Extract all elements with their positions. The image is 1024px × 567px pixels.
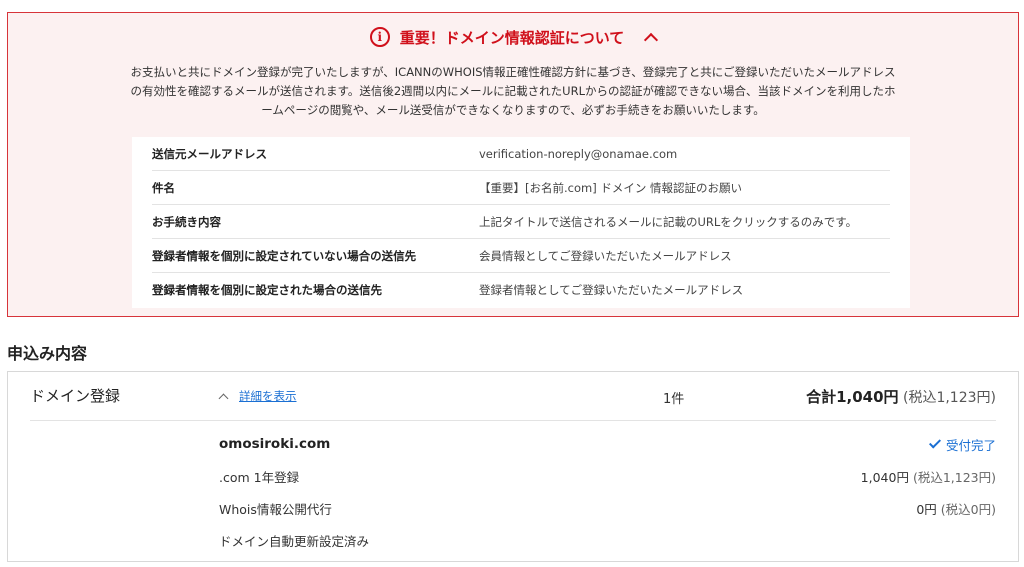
notice-row: 件名 【重要】[お名前.com] ドメイン 情報認証のお願い [152, 171, 890, 205]
notice-row: お手続き内容 上記タイトルで送信されるメールに記載のURLをクリックするのみです… [152, 205, 890, 239]
list-item: ドメイン自動更新設定済み [219, 524, 996, 556]
status-label: 受付完了 [945, 437, 996, 453]
order-total: 合計1,040円 (税込1,123円) [806, 386, 996, 407]
show-details-label[interactable]: 詳細を表示 [239, 388, 297, 404]
item-price: 0円 (税込0円) [916, 499, 996, 518]
notice-row-value: 【重要】[お名前.com] ドメイン 情報認証のお願い [479, 180, 742, 195]
divider [30, 420, 996, 421]
item-count: 1件 [663, 392, 685, 407]
verification-notice: i 重要！ドメイン情報認証について お支払いと共にドメイン登録が完了いたしますが… [7, 12, 1019, 317]
notice-description: お支払いと共にドメイン登録が完了いたしますが、ICANNのWHOIS情報正確性確… [48, 63, 978, 120]
notice-row-value: 会員情報としてご登録いただいたメールアドレス [479, 248, 732, 263]
notice-row: 登録者情報を個別に設定されていない場合の送信先 会員情報としてご登録いただいたメ… [152, 239, 890, 273]
notice-row: 送信元メールアドレス verification-noreply@onamae.c… [152, 137, 890, 171]
show-details-link[interactable]: 詳細を表示 [218, 388, 297, 404]
item-price-value: 1,040円 [860, 469, 909, 485]
order-header: ドメイン登録 詳細を表示 1件 合計1,040円 (税込1,123円) [8, 372, 1018, 420]
domain-name: omosiroki.com [219, 436, 331, 452]
status-badge: 受付完了 [928, 435, 996, 454]
item-price-tax: (税込1,123円) [912, 469, 996, 485]
order-detail-list: omosiroki.com 受付完了 .com 1年登録 1,040円 (税込1… [219, 428, 996, 556]
check-icon [928, 436, 941, 449]
chevron-up-icon [218, 393, 229, 403]
notice-row-value: 上記タイトルで送信されるメールに記載のURLをクリックするのみです。 [479, 214, 858, 229]
notice-info-table: 送信元メールアドレス verification-noreply@onamae.c… [132, 137, 910, 308]
order-section-title: 申込み内容 [7, 344, 88, 363]
item-name: Whois情報公開代行 [219, 501, 332, 517]
notice-row-value: 登録者情報としてご登録いただいたメールアドレス [479, 283, 744, 297]
notice-row-label: 送信元メールアドレス [152, 146, 267, 161]
total-tax: (税込1,123円) [902, 390, 996, 406]
notice-header[interactable]: i 重要！ドメイン情報認証について [8, 25, 1018, 49]
order-summary-card: ドメイン登録 詳細を表示 1件 合計1,040円 (税込1,123円) omos… [7, 371, 1019, 562]
notice-text-line: の有効性を確認するメールが送信されます。送信後2週間以内にメールに記載されたUR… [130, 84, 896, 98]
item-name: .com 1年登録 [219, 469, 300, 485]
notice-text-line: お支払いと共にドメイン登録が完了いたしますが、ICANNのWHOIS情報正確性確… [130, 65, 896, 79]
notice-row-label: 件名 [152, 180, 175, 195]
notice-row-value: verification-noreply@onamae.com [479, 146, 678, 161]
notice-row-label: 登録者情報を個別に設定された場合の送信先 [152, 283, 382, 297]
info-circle-icon: i [369, 27, 390, 47]
chevron-up-icon[interactable] [644, 32, 659, 48]
list-item: .com 1年登録 1,040円 (税込1,123円) [219, 460, 996, 492]
list-item: Whois情報公開代行 0円 (税込0円) [219, 492, 996, 524]
item-price-tax: (税込0円) [940, 501, 996, 517]
notice-row-label: お手続き内容 [152, 214, 221, 229]
item-name: ドメイン自動更新設定済み [219, 533, 370, 549]
item-price: 1,040円 (税込1,123円) [861, 467, 996, 486]
total-price: 合計1,040円 [806, 388, 899, 406]
service-name: ドメイン登録 [30, 387, 121, 405]
notice-row-label: 登録者情報を個別に設定されていない場合の送信先 [152, 248, 417, 263]
notice-row: 登録者情報を個別に設定された場合の送信先 登録者情報としてご登録いただいたメール… [152, 273, 890, 307]
notice-title: 重要！ドメイン情報認証について [399, 28, 625, 47]
domain-row: omosiroki.com 受付完了 [219, 428, 996, 460]
notice-text-line: ームページの閲覧や、メール送受信ができなくなりますので、必ずお手続きをお願いいた… [261, 103, 765, 117]
item-price-value: 0円 [916, 501, 937, 517]
